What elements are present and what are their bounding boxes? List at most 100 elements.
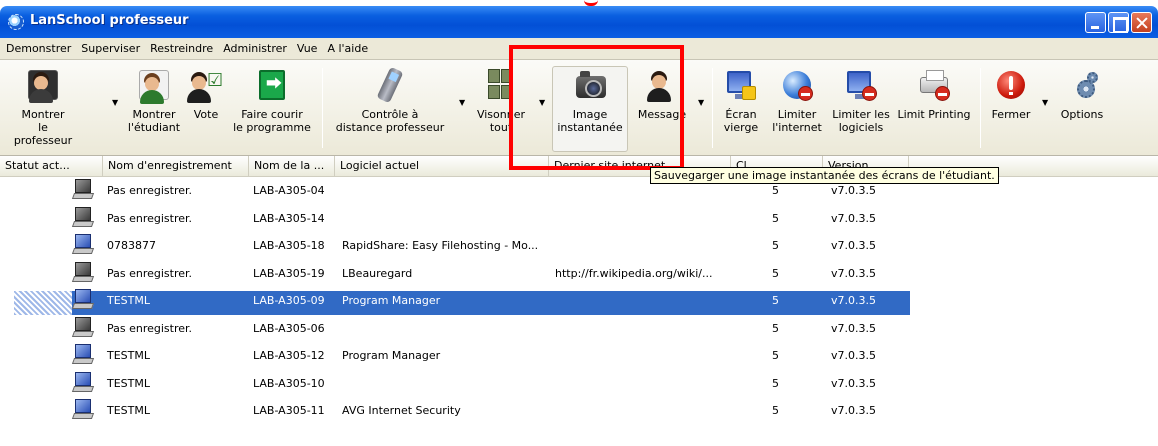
cell-class: 5 <box>772 376 779 390</box>
snapshot-button[interactable]: Image instantanée <box>552 66 628 152</box>
gears-icon <box>1065 68 1099 102</box>
computer-icon <box>71 399 95 421</box>
cell-machine: LAB-A305-06 <box>253 321 325 335</box>
message-dropdown-icon[interactable]: ▼ <box>698 98 704 107</box>
cell-login: TESTML <box>107 376 150 390</box>
show-teacher-dropdown-icon[interactable]: ▼ <box>112 98 118 107</box>
menu-bar: Demonstrer Superviser Restreindre Admini… <box>0 38 1158 60</box>
computer-icon <box>71 289 95 311</box>
vote-label: Vote <box>193 108 219 121</box>
maximize-button[interactable] <box>1108 12 1129 33</box>
options-button[interactable]: Options <box>1054 68 1110 152</box>
cell-version: v7.0.3.5 <box>831 349 876 362</box>
run-program-button[interactable]: Faire courir le programme <box>230 68 314 152</box>
table-row[interactable]: 0783877 LAB-A305-18 RapidShare: Easy Fileh… <box>0 233 1158 261</box>
vote-icon: ☑ <box>187 68 223 103</box>
cell-class: 5 <box>772 239 779 252</box>
limit-internet-label: Limiter l'internet <box>772 108 822 134</box>
table-row[interactable]: Pas enregistrer. LAB-A305-19 LBeauregard ht… <box>0 261 1158 289</box>
column-header-software[interactable]: Logiciel actuel <box>335 156 549 176</box>
blank-screen-icon <box>724 68 758 102</box>
cell-class: 5 <box>772 294 779 307</box>
cell-version: v7.0.3.5 <box>831 184 876 197</box>
show-student-label: Montrer l'étudiant <box>127 108 181 134</box>
table-row[interactable]: TESTML LAB-A305-09 Program Manager 5 v7.0.3.… <box>0 288 1158 316</box>
run-program-label: Faire courir le programme <box>233 108 311 134</box>
teacher-icon <box>26 68 60 103</box>
cell-machine: LAB-A305-04 <box>253 184 325 197</box>
menu-administrer[interactable]: Administrer <box>223 42 287 55</box>
message-label: Message <box>637 108 687 121</box>
table-row[interactable]: TESTML LAB-A305-11 AVG Internet Security 5 v… <box>0 398 1158 426</box>
window-title: LanSchool professeur <box>30 13 189 28</box>
limit-internet-button[interactable]: Limiter l'internet <box>768 68 826 152</box>
close-window-button[interactable] <box>1131 12 1152 33</box>
cell-version: v7.0.3.5 <box>831 294 876 307</box>
computer-icon <box>71 316 95 339</box>
cell-version: v7.0.3.5 <box>831 321 876 335</box>
computer-icon <box>71 234 95 256</box>
cell-machine: LAB-A305-14 <box>253 211 325 225</box>
cell-login: TESTML <box>107 349 150 362</box>
close-button[interactable]: Fermer <box>986 68 1036 152</box>
table-row[interactable]: Pas enregistrer. LAB-A305-14 5 v7.0.3.5 <box>0 206 1158 234</box>
remote-control-dropdown-icon[interactable]: ▼ <box>459 98 465 107</box>
cell-machine: LAB-A305-19 <box>253 266 325 280</box>
computer-icon <box>71 344 95 366</box>
close-label: Fermer <box>991 108 1031 121</box>
computer-icon <box>71 206 95 229</box>
message-button[interactable]: Message <box>632 68 692 152</box>
view-all-icon <box>484 68 518 102</box>
remote-control-button[interactable]: Contrôle à distance professeur <box>326 66 454 152</box>
computer-icon <box>71 261 95 284</box>
message-icon <box>645 68 679 102</box>
minimize-button[interactable] <box>1085 12 1106 33</box>
show-teacher-button[interactable]: Montrer le professeur <box>8 68 78 152</box>
menu-superviser[interactable]: Superviser <box>81 42 140 55</box>
cell-software: LBeauregard <box>342 266 413 280</box>
column-header-status[interactable]: Statut act... <box>0 156 103 176</box>
menu-aide[interactable]: A l'aide <box>327 42 368 55</box>
toolbar-separator <box>980 68 981 148</box>
stop-icon <box>994 68 1028 102</box>
cell-software: RapidShare: Easy Filehosting - Mo... <box>342 239 539 252</box>
menu-restreindre[interactable]: Restreindre <box>150 42 213 55</box>
cell-machine: LAB-A305-11 <box>253 404 325 417</box>
cell-login: TESTML <box>107 404 150 417</box>
blank-screen-button[interactable]: Écran vierge <box>718 68 764 152</box>
table-row[interactable]: TESTML LAB-A305-12 Program Manager 5 v7.0.3.… <box>0 343 1158 371</box>
vote-button[interactable]: ☑ Vote <box>186 68 226 152</box>
menu-vue[interactable]: Vue <box>297 42 318 55</box>
computer-icon <box>71 371 95 394</box>
view-all-button[interactable]: Visonner tout <box>470 68 532 152</box>
cell-class: 5 <box>772 184 779 197</box>
cell-machine: LAB-A305-12 <box>253 349 325 362</box>
toolbar-separator <box>712 68 713 148</box>
cell-login: Pas enregistrer. <box>107 211 193 225</box>
table-row[interactable]: TESTML LAB-A305-10 5 v7.0.3.5 <box>0 371 1158 399</box>
computer-icon <box>71 179 95 201</box>
toolbar-separator <box>322 68 323 148</box>
cell-software: AVG Internet Security <box>342 404 461 417</box>
table-row[interactable]: Pas enregistrer. LAB-A305-06 5 v7.0.3.5 <box>0 316 1158 344</box>
title-bar[interactable]: LanSchool professeur <box>0 6 1158 38</box>
limit-printing-label: Limit Printing <box>897 108 971 121</box>
view-all-dropdown-icon[interactable]: ▼ <box>539 98 545 107</box>
cell-version: v7.0.3.5 <box>831 404 876 417</box>
limit-software-button[interactable]: Limiter les logiciels <box>828 68 894 152</box>
limit-printing-button[interactable]: Limit Printing <box>894 68 974 152</box>
cell-login: Pas enregistrer. <box>107 266 193 280</box>
column-header-login[interactable]: Nom d'enregistrement <box>103 156 249 176</box>
camera-icon <box>573 68 607 102</box>
cell-version: v7.0.3.5 <box>831 211 876 225</box>
cell-login: Pas enregistrer. <box>107 184 193 197</box>
cell-login: 0783877 <box>107 239 156 252</box>
show-student-button[interactable]: Montrer l'étudiant <box>122 68 186 152</box>
menu-demonstrer[interactable]: Demonstrer <box>6 42 71 55</box>
close-dropdown-icon[interactable]: ▼ <box>1042 98 1048 107</box>
column-header-machine[interactable]: Nom de la ... <box>249 156 335 176</box>
limit-software-label: Limiter les logiciels <box>832 108 890 134</box>
view-all-label: Visonner tout <box>476 108 526 134</box>
toolbar: Montrer le professeur ▼ Montrer l'étudia… <box>0 60 1158 156</box>
cell-class: 5 <box>772 321 779 335</box>
